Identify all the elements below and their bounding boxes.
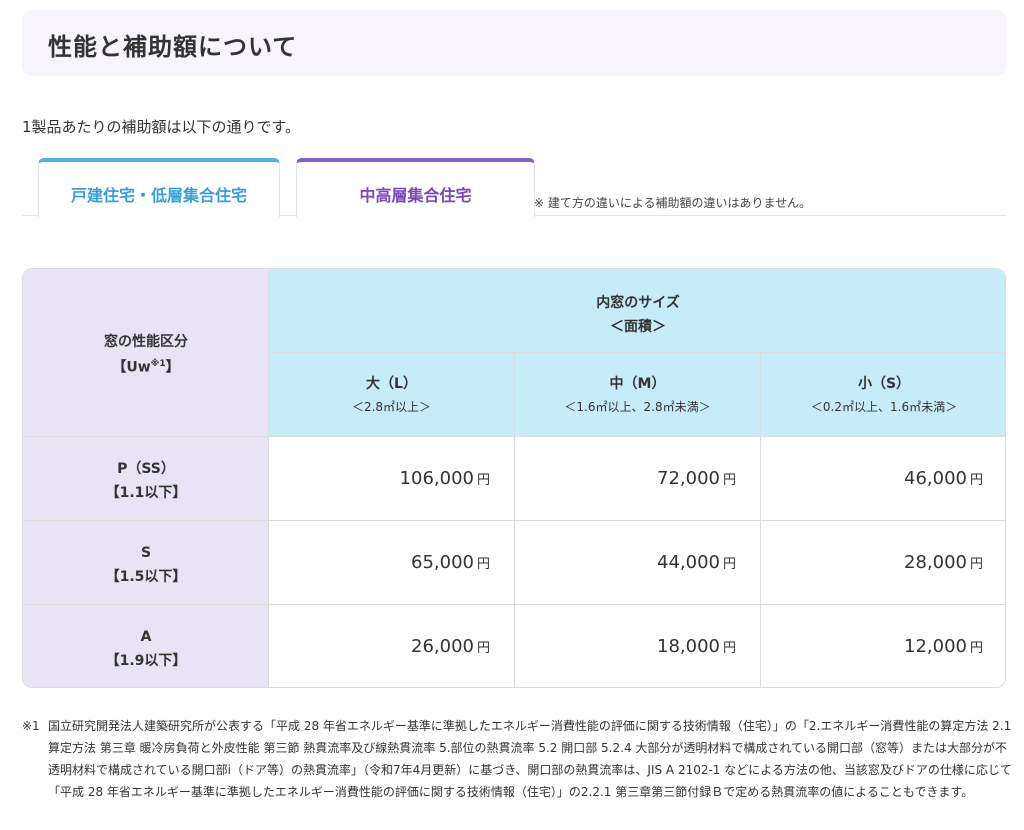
currency-unit: 円: [722, 641, 736, 656]
size-column-label: 大（L）: [366, 376, 417, 392]
size-column-range: ＜0.2㎡以上、1.6㎡未満＞: [810, 400, 958, 414]
table-cell: 44,000 円: [515, 521, 761, 605]
table-cell: 18,000 円: [515, 605, 761, 687]
amount: 28,000: [904, 552, 967, 573]
tab-mid-high-rise-label: 中高層集合住宅: [359, 186, 472, 205]
footnote-ref: ※1: [150, 359, 166, 369]
tab-detached-house[interactable]: 戸建住宅・低層集合住宅: [38, 158, 280, 217]
size-column-range: ＜1.6㎡以上、2.8㎡未満＞: [564, 400, 711, 414]
size-column-label: 中（M）: [609, 376, 666, 392]
row-uw: 【1.5以下】: [105, 569, 187, 585]
currency-unit: 円: [476, 641, 490, 656]
table-cell: 72,000 円: [515, 437, 761, 521]
amount: 26,000: [411, 636, 474, 657]
amount: 106,000: [399, 468, 474, 489]
amount: 12,000: [904, 636, 967, 657]
footnote-text: 国立研究開発法人建築研究所が公表する「平成 28 年省エネルギー基準に準拠したエ…: [48, 719, 1012, 799]
currency-unit: 円: [969, 557, 983, 572]
size-column-label: 小（S）: [857, 376, 911, 392]
tab-mid-high-rise[interactable]: 中高層集合住宅: [296, 158, 535, 217]
uw-label: 【Uw※1】: [112, 359, 180, 376]
size-column-small: 小（S） ＜0.2㎡以上、1.6㎡未満＞: [761, 353, 1005, 437]
amount: 44,000: [657, 552, 720, 573]
table-cell: 28,000 円: [761, 521, 1005, 605]
amount: 65,000: [411, 552, 474, 573]
tab-note: ※ 建て方の違いによる補助額の違いはありません。: [534, 196, 812, 210]
section-title: 性能と補助額について: [48, 33, 298, 61]
size-column-medium: 中（M） ＜1.6㎡以上、2.8㎡未満＞: [515, 353, 761, 437]
intro-text: 1製品あたりの補助額は以下の通りです。: [22, 118, 301, 136]
row-grade: P（SS）: [117, 461, 175, 477]
amount: 72,000: [657, 468, 720, 489]
subsidy-table: 窓の性能区分 【Uw※1】 内窓のサイズ ＜面積＞ 大（L） ＜2.8㎡以上＞ …: [22, 268, 1006, 688]
currency-unit: 円: [722, 473, 736, 488]
table-cell: 26,000 円: [269, 605, 515, 687]
table-cell: 106,000 円: [269, 437, 515, 521]
table-cell: 65,000 円: [269, 521, 515, 605]
window-size-subtitle: ＜面積＞: [610, 319, 666, 335]
currency-unit: 円: [969, 641, 983, 656]
size-column-range: ＜2.8㎡以上＞: [351, 400, 432, 414]
row-header-p: P（SS） 【1.1以下】: [23, 437, 269, 521]
amount: 18,000: [657, 636, 720, 657]
amount: 46,000: [904, 468, 967, 489]
size-column-large: 大（L） ＜2.8㎡以上＞: [269, 353, 515, 437]
row-grade: S: [140, 545, 152, 561]
window-size-header: 内窓のサイズ ＜面積＞: [269, 269, 1005, 353]
section-header: 性能と補助額について: [22, 10, 1006, 76]
row-uw: 【1.9以下】: [105, 653, 187, 669]
row-uw: 【1.1以下】: [105, 485, 187, 501]
currency-unit: 円: [476, 473, 490, 488]
currency-unit: 円: [722, 557, 736, 572]
window-size-title: 内窓のサイズ: [596, 295, 680, 311]
row-header-s: S 【1.5以下】: [23, 521, 269, 605]
performance-class-label: 窓の性能区分: [104, 334, 188, 350]
footnote-mark: ※1: [22, 719, 40, 733]
row-header-a: A 【1.9以下】: [23, 605, 269, 687]
table-cell: 12,000 円: [761, 605, 1005, 687]
row-grade: A: [140, 629, 152, 645]
currency-unit: 円: [969, 473, 983, 488]
currency-unit: 円: [476, 557, 490, 572]
table-cell: 46,000 円: [761, 437, 1005, 521]
tab-detached-house-label: 戸建住宅・低層集合住宅: [70, 186, 247, 205]
performance-class-header: 窓の性能区分 【Uw※1】: [23, 269, 269, 437]
